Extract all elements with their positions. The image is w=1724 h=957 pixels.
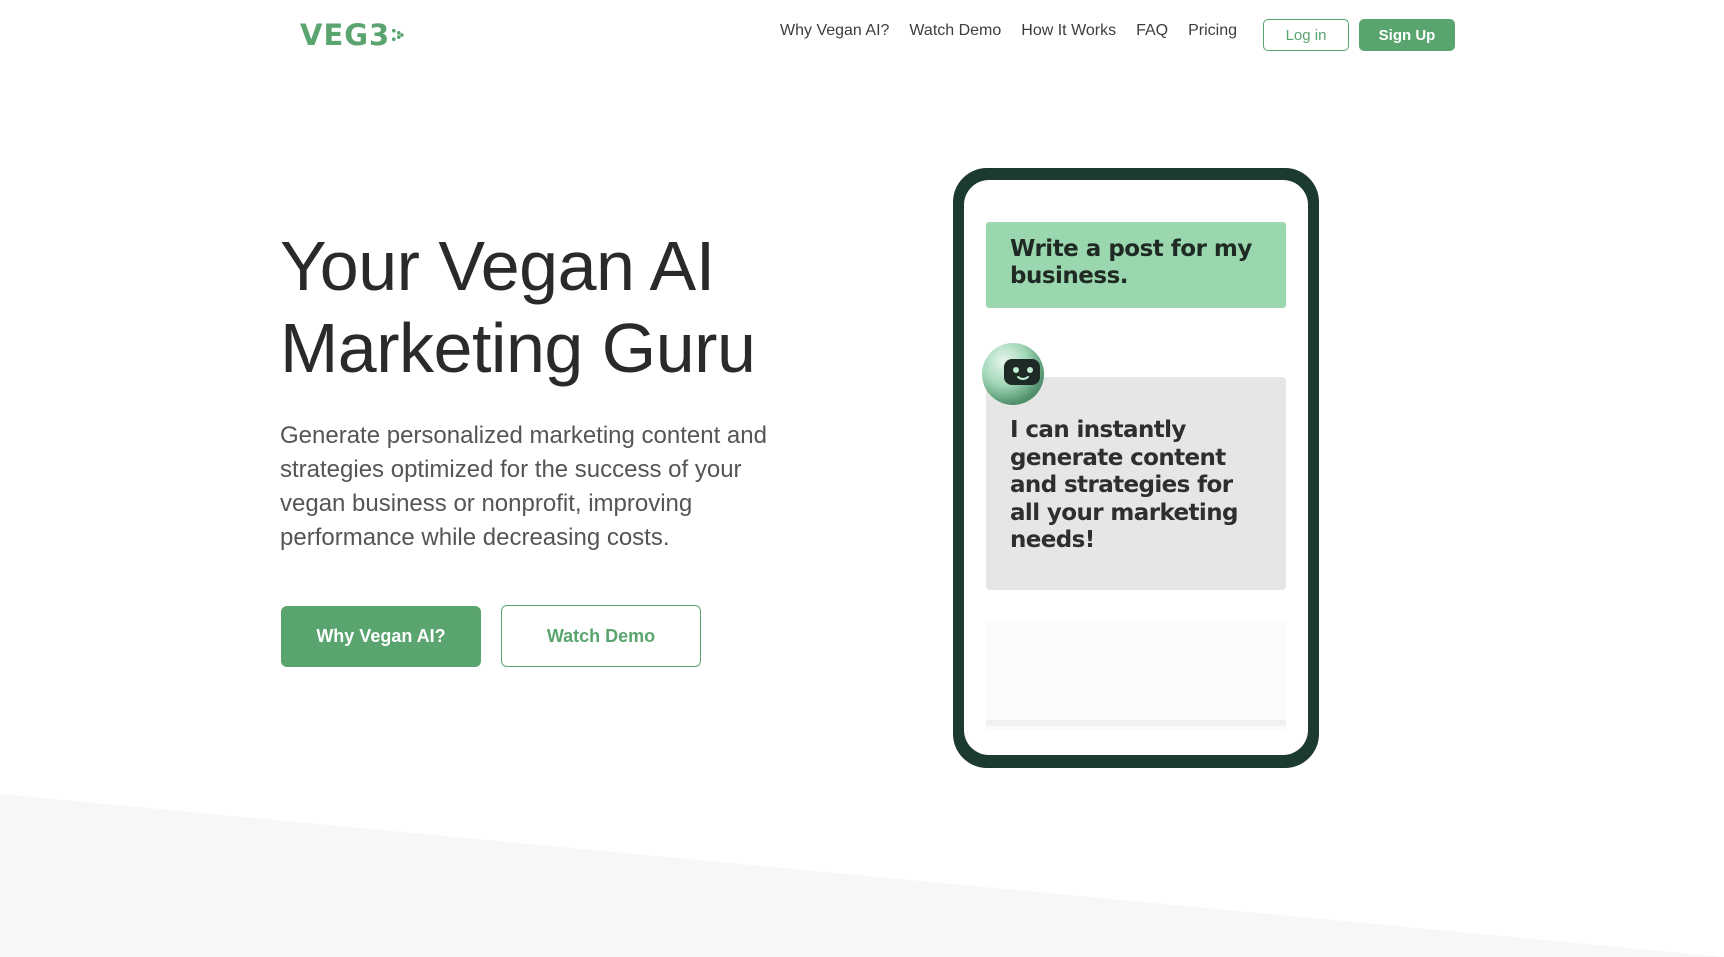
why-vegan-ai-button[interactable]: Why Vegan AI? — [281, 606, 481, 667]
user-message-bubble: Write a post for my business. — [986, 222, 1286, 308]
signup-button[interactable]: Sign Up — [1359, 19, 1455, 51]
robot-icon — [982, 343, 1044, 405]
faded-message-placeholder — [986, 620, 1286, 730]
user-message-text: Write a post for my business. — [1010, 236, 1252, 289]
bot-message-bubble: I can instantly generate content and str… — [986, 377, 1286, 590]
main-nav: Why Vegan AI? Watch Demo How It Works FA… — [780, 22, 1257, 40]
nav-link-pricing[interactable]: Pricing — [1188, 22, 1237, 40]
nav-link-faq[interactable]: FAQ — [1136, 22, 1168, 40]
phone-mockup: Write a post for my business. I can inst… — [953, 168, 1319, 768]
watch-demo-button[interactable]: Watch Demo — [501, 605, 701, 667]
hero-title-line-2: Marketing Guru — [280, 309, 756, 387]
logo-text: VEG3 — [300, 18, 391, 52]
veg3-logo[interactable]: VEG3 — [300, 18, 404, 52]
landing-page: VEG3 Why Vegan AI? Watch Demo How It Wor… — [0, 0, 1724, 957]
hero-title: Your Vegan AI Marketing Guru — [280, 225, 840, 389]
login-button[interactable]: Log in — [1263, 19, 1349, 51]
hero-title-line-1: Your Vegan AI — [280, 227, 715, 305]
background-wedge — [0, 794, 1724, 957]
bot-message-text: I can instantly generate content and str… — [1010, 417, 1238, 553]
nav-link-watch-demo[interactable]: Watch Demo — [909, 22, 1001, 40]
site-header: VEG3 Why Vegan AI? Watch Demo How It Wor… — [0, 0, 1724, 70]
nav-link-how-it-works[interactable]: How It Works — [1021, 22, 1116, 40]
hero-subtitle: Generate personalized marketing content … — [280, 422, 767, 551]
phone-screen: Write a post for my business. I can inst… — [964, 180, 1308, 755]
logo-dots-icon — [392, 28, 404, 42]
nav-link-why-vegan-ai[interactable]: Why Vegan AI? — [780, 22, 889, 40]
